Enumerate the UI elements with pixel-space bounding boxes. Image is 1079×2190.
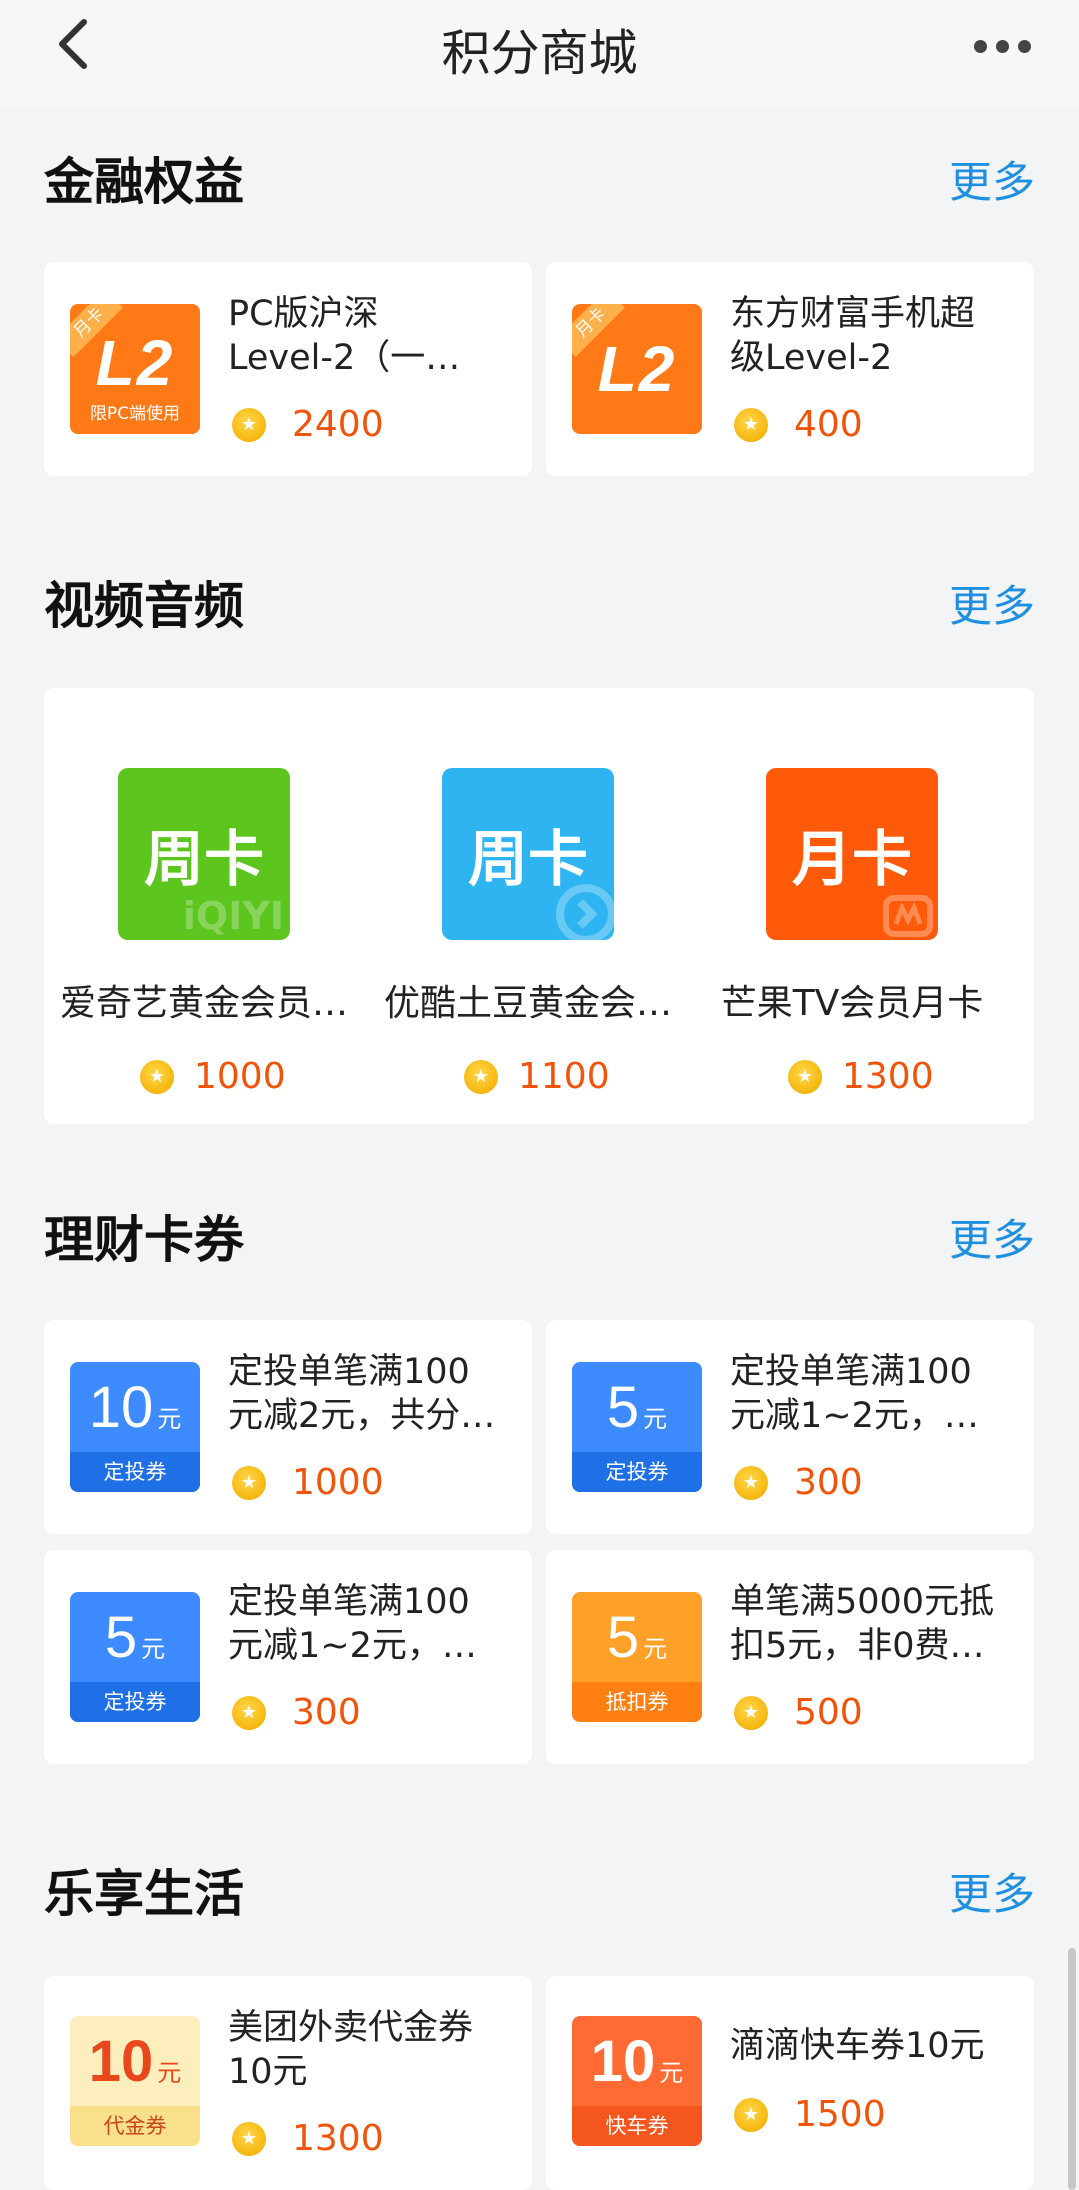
iqiyi-week-card-thumb: 周卡 iQIYI (118, 768, 290, 940)
coin-icon: ★ (464, 1059, 498, 1094)
coin-icon: ★ (232, 2121, 266, 2156)
product-card[interactable]: 月卡 L2 限PC端使用 PC版沪深 Level-2（一… ★ 2400 (44, 262, 532, 476)
video-item-name: 优酷土豆黄金会… (383, 983, 672, 1024)
level2-thumb: 月卡 L2 限PC端使用 (70, 304, 200, 434)
product-price: ★ 1300 (788, 1056, 934, 1097)
section-title-wealth: 理财卡券 (44, 1211, 244, 1269)
coin-icon: ★ (734, 2097, 768, 2132)
mango-month-card-thumb: 月卡 (766, 768, 938, 940)
coupon-card[interactable]: 5元 定投券 定投单笔满100 元减1~2元，… ★ 300 (44, 1550, 532, 1764)
page-title: 积分商城 (441, 25, 638, 82)
product-name: 东方财富手机超 级Level-2 (730, 294, 976, 378)
section-title-video: 视频音频 (44, 577, 244, 635)
coupon-thumb: 5元 抵扣券 (572, 1592, 702, 1722)
video-item-name: 爱奇艺黄金会员… (59, 983, 348, 1024)
coin-icon: ★ (232, 407, 266, 442)
scrollbar[interactable] (1068, 1948, 1076, 2190)
product-name: 定投单笔满100 元减1~2元，… (730, 1352, 979, 1436)
video-item-name: 芒果TV会员月卡 (720, 983, 984, 1024)
more-dots-icon (974, 40, 987, 53)
product-price: ★ 500 (734, 1692, 863, 1733)
product-name: 滴滴快车券10元 (730, 2026, 985, 2066)
section-title-finance: 金融权益 (44, 153, 244, 211)
level2-thumb: 月卡 L2 (572, 304, 702, 434)
product-price: ★ 1000 (140, 1056, 286, 1097)
coupon-card[interactable]: 10 元 定投券 定投单笔满100 元减2元，共分… ★ 1000 (44, 1320, 532, 1534)
coupon-thumb: 5元 定投券 (70, 1592, 200, 1722)
more-button[interactable] (974, 40, 1032, 54)
coin-icon: ★ (140, 1059, 174, 1094)
product-price: ★ 1100 (464, 1056, 610, 1097)
coin-icon: ★ (734, 1695, 768, 1730)
section-more-life[interactable]: 更多 (949, 1860, 1035, 1922)
product-price: ★ 300 (734, 1462, 863, 1503)
navbar: 积分商城 (0, 0, 1079, 108)
product-price: ★ 300 (232, 1692, 361, 1733)
product-price: ★ 1500 (734, 2094, 886, 2135)
meituan-coupon-thumb: 10 元 代金券 (70, 2016, 200, 2146)
didi-coupon-thumb: 10 元 快车券 (572, 2016, 702, 2146)
product-price: ★ 2400 (232, 404, 384, 445)
video-card-group: 周卡 iQIYI 爱奇艺黄金会员… ★ 1000 周卡 优酷土豆黄金会… ★ 1… (44, 688, 1034, 1124)
product-card[interactable]: 月卡 L2 东方财富手机超 级Level-2 ★ 400 (546, 262, 1034, 476)
section-more-wealth[interactable]: 更多 (949, 1206, 1035, 1268)
coin-icon: ★ (232, 1465, 266, 1500)
coin-icon: ★ (734, 407, 768, 442)
product-name: 定投单笔满100 元减2元，共分… (228, 1352, 496, 1436)
section-more-finance[interactable]: 更多 (949, 148, 1035, 210)
product-price: ★ 1000 (232, 1462, 384, 1503)
product-price: ★ 1300 (232, 2118, 384, 2159)
product-name: 单笔满5000元抵 扣5元，非0费… (730, 1582, 995, 1666)
coin-icon: ★ (788, 1059, 822, 1094)
coupon-thumb: 5元 定投券 (572, 1362, 702, 1492)
youku-week-card-thumb: 周卡 (442, 768, 614, 940)
product-name: 美团外卖代金券 10元 (228, 2008, 474, 2092)
coupon-card[interactable]: 5元 定投券 定投单笔满100 元减1~2元，… ★ 300 (546, 1320, 1034, 1534)
coin-icon: ★ (734, 1465, 768, 1500)
coupon-card[interactable]: 5元 抵扣券 单笔满5000元抵 扣5元，非0费… ★ 500 (546, 1550, 1034, 1764)
product-price: ★ 400 (734, 404, 863, 445)
section-title-life: 乐享生活 (44, 1865, 244, 1923)
coin-icon: ★ (232, 1695, 266, 1730)
product-name: 定投单笔满100 元减1~2元，… (228, 1582, 477, 1666)
coupon-thumb: 10 元 定投券 (70, 1362, 200, 1492)
product-name: PC版沪深 Level-2（一… (228, 294, 461, 378)
section-more-video[interactable]: 更多 (949, 572, 1035, 634)
coupon-card[interactable]: 10 元 快车券 滴滴快车券10元 ★ 1500 (546, 1976, 1034, 2190)
coupon-card[interactable]: 10 元 代金券 美团外卖代金券 10元 ★ 1300 (44, 1976, 532, 2190)
